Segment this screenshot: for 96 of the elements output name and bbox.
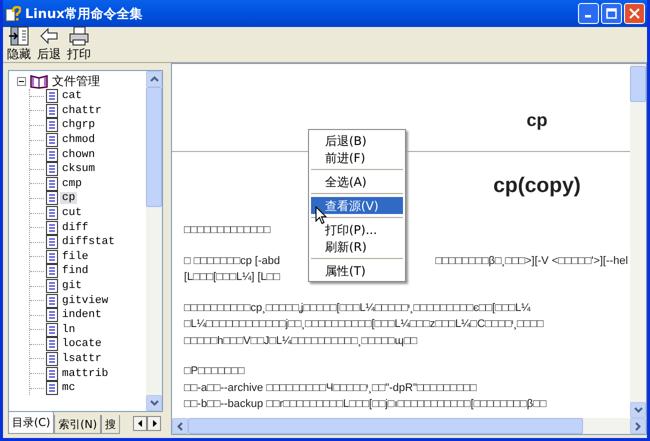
command-title: cp(copy)	[492, 174, 582, 198]
text-line: □L¼□□□□□□□□□□□□j□□¸□□□□□□□□□□[□□□L¼□□□z□□□L¼□C□□□□ᶧ¸□□□□	[184, 318, 544, 330]
document-icon	[46, 366, 58, 381]
tab[interactable]: 目录(C)	[8, 412, 54, 434]
tree-item[interactable]: cmp	[60, 178, 84, 190]
document-icon	[46, 104, 58, 118]
text-line: □ □□□□□□□cp [-abd	[184, 254, 280, 267]
text-line: [L□□□[□□□L¼] [L□□	[184, 271, 280, 284]
window-title: Linux常用命令全集	[25, 6, 144, 22]
document-icon	[46, 176, 58, 191]
tree-item[interactable]: chgrp	[60, 119, 98, 132]
document-icon	[46, 294, 58, 308]
scroll-left-icon[interactable]	[172, 418, 188, 434]
document-icon	[46, 381, 58, 396]
right-triangle-icon	[152, 420, 156, 427]
tree-item[interactable]: indent	[60, 309, 104, 322]
vertical-scrollbar[interactable]	[630, 64, 646, 418]
tab[interactable]: 搜	[101, 415, 120, 434]
document-icon	[46, 264, 58, 278]
tree-item[interactable]: chown	[60, 148, 98, 161]
text-line: □□□□□□□□□□□□□	[184, 224, 270, 236]
tree-item[interactable]: chmod	[60, 134, 98, 146]
document-icon	[46, 279, 58, 294]
document-icon	[46, 118, 58, 132]
text-line: □□-b□□--backup □□r□□□□□□□□□L□□□[□□j□ı□□□□□□□□□□□[□□□□□□□□β□□	[184, 398, 546, 410]
back-arrow-icon	[38, 26, 60, 46]
menu-item[interactable]: 全选(A)	[311, 173, 403, 190]
document-icon	[46, 220, 58, 235]
tree-item[interactable]: cat	[60, 90, 84, 102]
page-heading: cp	[525, 110, 548, 131]
menu-item[interactable]: 刷新(R)	[311, 238, 403, 255]
document-icon	[46, 235, 58, 250]
document-icon	[46, 89, 58, 104]
text-line: □□-a□□--archive □□□□□□□□□Ч□□□□□ᶧ¸□□"-dpR"□□□□□□□□□	[184, 382, 477, 394]
tree-item[interactable]: ln	[60, 324, 78, 336]
toolbar-button[interactable]: 后退	[35, 26, 63, 63]
tree-item[interactable]: gitview	[60, 294, 110, 307]
document-icon	[46, 162, 58, 176]
scrollbar-thumb[interactable]	[188, 418, 583, 434]
text-line: □□□□□□□□□□cp¸□□□□□ʝ□□□□□[□□□L¼□□□□□ᶧ¸□□□□□□□□□є□□[□□□L¼	[184, 302, 530, 314]
scrollbar-thumb[interactable]	[146, 87, 162, 207]
maximize-button[interactable]	[601, 3, 622, 24]
help-book-icon	[5, 6, 21, 22]
tree-item[interactable]: git	[60, 280, 84, 292]
document-icon	[46, 148, 58, 162]
menu-item[interactable]: 打印(P)...	[311, 221, 403, 238]
horizontal-scrollbar[interactable]	[172, 418, 646, 434]
scroll-right-icon[interactable]	[630, 418, 646, 434]
scroll-down-icon[interactable]	[630, 402, 646, 418]
document-icon	[46, 352, 58, 366]
document-icon	[46, 250, 58, 264]
tree-item[interactable]: chattr	[60, 104, 104, 117]
open-book-icon	[30, 74, 48, 88]
maximize-icon	[606, 8, 617, 19]
document-icon	[46, 133, 58, 148]
left-triangle-icon	[138, 420, 142, 427]
vertical-scrollbar[interactable]	[146, 71, 162, 411]
text-line: □□□□□□□□β□¸□□□>][-V <□□□□□'>][--hel	[435, 254, 628, 267]
scrollbar-thumb[interactable]	[630, 66, 646, 102]
tab-scroll-right-button[interactable]	[147, 416, 161, 431]
minimize-button[interactable]	[578, 3, 599, 24]
tree-item[interactable]: diffstat	[60, 236, 117, 248]
document-icon	[46, 337, 58, 352]
menu-item[interactable]: 后退(B)	[311, 132, 403, 149]
mouse-pointer-icon	[315, 206, 327, 225]
scroll-up-icon[interactable]	[146, 71, 162, 87]
close-icon	[629, 8, 640, 19]
collapse-toggle-icon[interactable]	[17, 76, 26, 86]
document-icon	[46, 206, 58, 220]
document-icon	[46, 308, 58, 322]
tree-item[interactable]: mc	[60, 382, 78, 394]
tab[interactable]: 索引(N)	[54, 415, 102, 434]
menu-item[interactable]: 属性(T)	[311, 262, 403, 279]
tree-item[interactable]: mattrib	[60, 368, 110, 380]
toolbar-button[interactable]: 打印	[65, 26, 93, 63]
printer-icon	[68, 26, 90, 46]
text-line: □□□□□h□□□V□□J□L¼□□□□□□□□□□¸□□□□□ɰ□□	[184, 334, 418, 347]
tree-item[interactable]: locate	[60, 338, 104, 350]
text-line: □P□□□□□□□	[184, 365, 244, 378]
menu-item[interactable]: 前进(F)	[311, 149, 403, 166]
tree-node[interactable]: 文件管理	[17, 73, 146, 89]
tree-item[interactable]: find	[60, 265, 90, 278]
document-icon	[46, 191, 58, 206]
tree-item[interactable]: diff	[60, 222, 90, 234]
hide-pane-icon	[8, 26, 30, 46]
tree-item[interactable]: cut	[60, 207, 84, 220]
scroll-down-icon[interactable]	[146, 395, 162, 411]
tree-item[interactable]: file	[60, 250, 90, 263]
tab-scroll-left-button[interactable]	[133, 416, 147, 431]
tree-item[interactable]: cksum	[60, 163, 98, 176]
document-icon	[46, 322, 58, 337]
tree-item[interactable]: cp	[60, 192, 78, 204]
toolbar-button[interactable]: 隐藏	[5, 26, 33, 63]
close-button[interactable]	[624, 3, 645, 24]
tree-item[interactable]: lsattr	[60, 352, 104, 365]
menu-item[interactable]: 查看源(V)	[311, 197, 403, 214]
